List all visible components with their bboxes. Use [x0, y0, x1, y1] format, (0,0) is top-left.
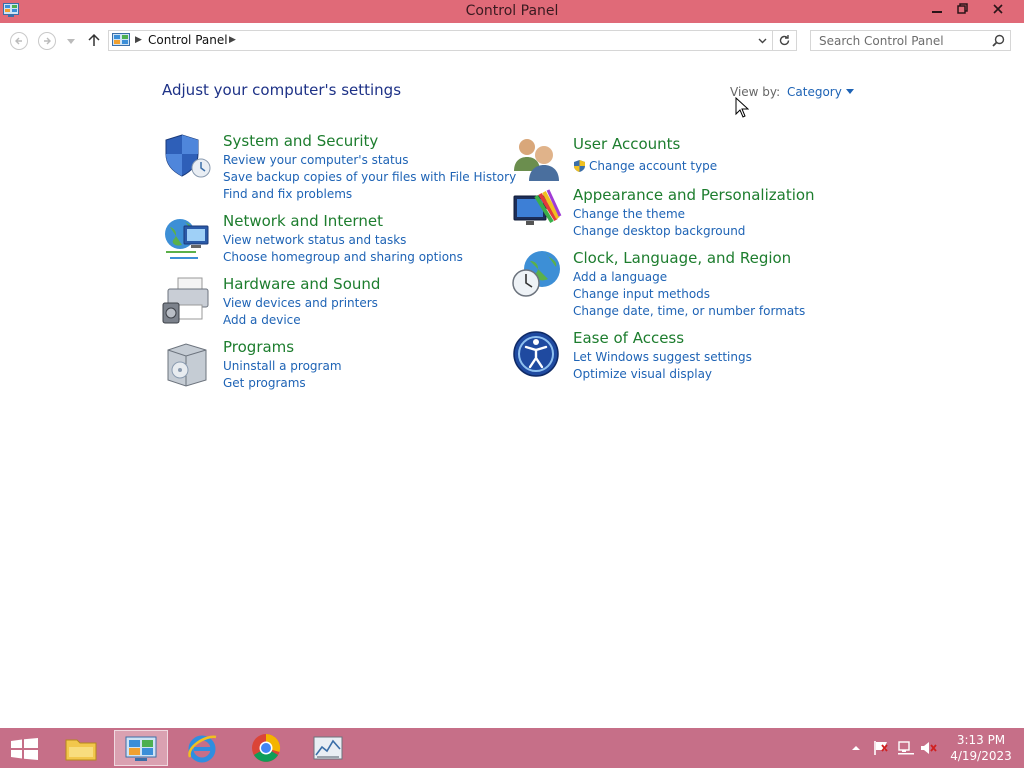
restore-icon	[956, 3, 968, 14]
clock-globe-icon[interactable]	[512, 249, 562, 299]
clock-time: 3:13 PM	[956, 733, 1006, 747]
mouse-cursor-icon	[735, 97, 749, 118]
link-homegroup-sharing[interactable]: Choose homegroup and sharing options	[223, 250, 463, 264]
link-review-status[interactable]: Review your computer's status	[223, 153, 409, 167]
view-by-value[interactable]: Category	[787, 85, 842, 99]
link-find-fix-problems[interactable]: Find and fix problems	[223, 187, 352, 201]
navigation-bar: ▶ Control Panel ▶	[0, 23, 1024, 59]
link-optimize-visual-display[interactable]: Optimize visual display	[573, 367, 712, 381]
category-title[interactable]: Clock, Language, and Region	[573, 249, 791, 267]
link-get-programs[interactable]: Get programs	[223, 376, 306, 390]
network-globe-icon[interactable]	[162, 212, 212, 262]
clock-date: 4/19/2023	[950, 749, 1012, 763]
show-hidden-icons-chevron-up-icon[interactable]	[850, 743, 862, 753]
back-arrow-icon	[15, 37, 22, 45]
recent-locations-chevron-down-icon[interactable]	[67, 39, 75, 44]
view-by-dropdown[interactable]: Category	[787, 85, 854, 99]
performance-monitor-icon	[313, 736, 343, 760]
windows-logo-icon	[11, 738, 38, 760]
link-devices-printers[interactable]: View devices and printers	[223, 296, 378, 310]
category-title[interactable]: System and Security	[223, 132, 378, 150]
category-title[interactable]: Network and Internet	[223, 212, 383, 230]
title-bar: Control Panel	[0, 0, 1024, 23]
taskbar: 3:13 PM 4/19/2023	[0, 728, 1024, 768]
control-panel-icon	[125, 736, 157, 761]
volume-muted-icon[interactable]	[920, 740, 938, 756]
address-history-chevron-down-icon[interactable]	[758, 38, 767, 44]
network-icon[interactable]	[897, 740, 915, 756]
file-explorer-icon	[65, 739, 97, 761]
chevron-down-icon[interactable]	[845, 89, 854, 94]
category-title[interactable]: User Accounts	[573, 135, 680, 153]
taskbar-control-panel[interactable]	[114, 730, 168, 766]
link-change-theme[interactable]: Change the theme	[573, 207, 685, 221]
category-title[interactable]: Appearance and Personalization	[573, 186, 815, 204]
breadcrumb-separator-icon[interactable]: ▶	[135, 35, 142, 45]
forward-button[interactable]	[38, 32, 56, 50]
link-change-formats[interactable]: Change date, time, or number formats	[573, 304, 805, 318]
search-input[interactable]	[811, 31, 989, 50]
taskbar-file-explorer[interactable]	[54, 730, 108, 766]
forward-arrow-icon	[44, 37, 51, 45]
link-change-desktop-background[interactable]: Change desktop background	[573, 224, 745, 238]
category-title[interactable]: Programs	[223, 338, 294, 356]
ease-of-access-icon[interactable]	[512, 329, 562, 379]
chrome-icon	[252, 733, 281, 762]
link-suggest-settings[interactable]: Let Windows suggest settings	[573, 350, 752, 364]
link-network-status[interactable]: View network status and tasks	[223, 233, 406, 247]
refresh-button[interactable]	[773, 30, 797, 51]
start-button[interactable]	[2, 730, 46, 766]
category-title[interactable]: Ease of Access	[573, 329, 684, 347]
breadcrumb-separator-icon[interactable]: ▶	[229, 35, 236, 45]
programs-box-icon[interactable]	[162, 338, 212, 388]
taskbar-internet-explorer[interactable]	[176, 730, 230, 766]
printer-speaker-icon[interactable]	[162, 275, 212, 325]
internet-explorer-icon	[188, 735, 217, 763]
search-icon[interactable]	[992, 34, 1005, 47]
appearance-monitor-icon[interactable]	[512, 186, 562, 236]
taskbar-clock[interactable]: 3:13 PM 4/19/2023	[946, 732, 1016, 764]
shield-icon[interactable]	[162, 132, 212, 182]
control-panel-icon	[112, 33, 130, 46]
restore-button[interactable]	[947, 0, 977, 23]
close-icon	[993, 4, 1003, 14]
address-bar[interactable]: ▶ Control Panel ▶	[108, 30, 773, 51]
category-title[interactable]: Hardware and Sound	[223, 275, 380, 293]
link-uninstall-program[interactable]: Uninstall a program	[223, 359, 342, 373]
search-box[interactable]	[810, 30, 1011, 51]
uac-shield-icon	[574, 160, 585, 172]
page-heading: Adjust your computer's settings	[162, 81, 402, 99]
breadcrumb-control-panel[interactable]: Control Panel	[148, 33, 228, 47]
link-change-account-type[interactable]: Change account type	[589, 159, 717, 173]
refresh-icon	[779, 35, 790, 46]
taskbar-chrome[interactable]	[239, 730, 293, 766]
back-button[interactable]	[10, 32, 28, 50]
close-button[interactable]	[983, 0, 1013, 23]
link-add-device[interactable]: Add a device	[223, 313, 301, 327]
action-center-flag-icon[interactable]	[873, 740, 891, 756]
window-title: Control Panel	[465, 3, 559, 19]
users-icon[interactable]	[512, 135, 562, 185]
link-change-input-methods[interactable]: Change input methods	[573, 287, 710, 301]
up-arrow-icon[interactable]	[88, 33, 100, 47]
taskbar-performance-monitor[interactable]	[301, 730, 355, 766]
link-add-language[interactable]: Add a language	[573, 270, 667, 284]
link-file-history[interactable]: Save backup copies of your files with Fi…	[223, 170, 516, 184]
minimize-icon	[932, 11, 942, 13]
